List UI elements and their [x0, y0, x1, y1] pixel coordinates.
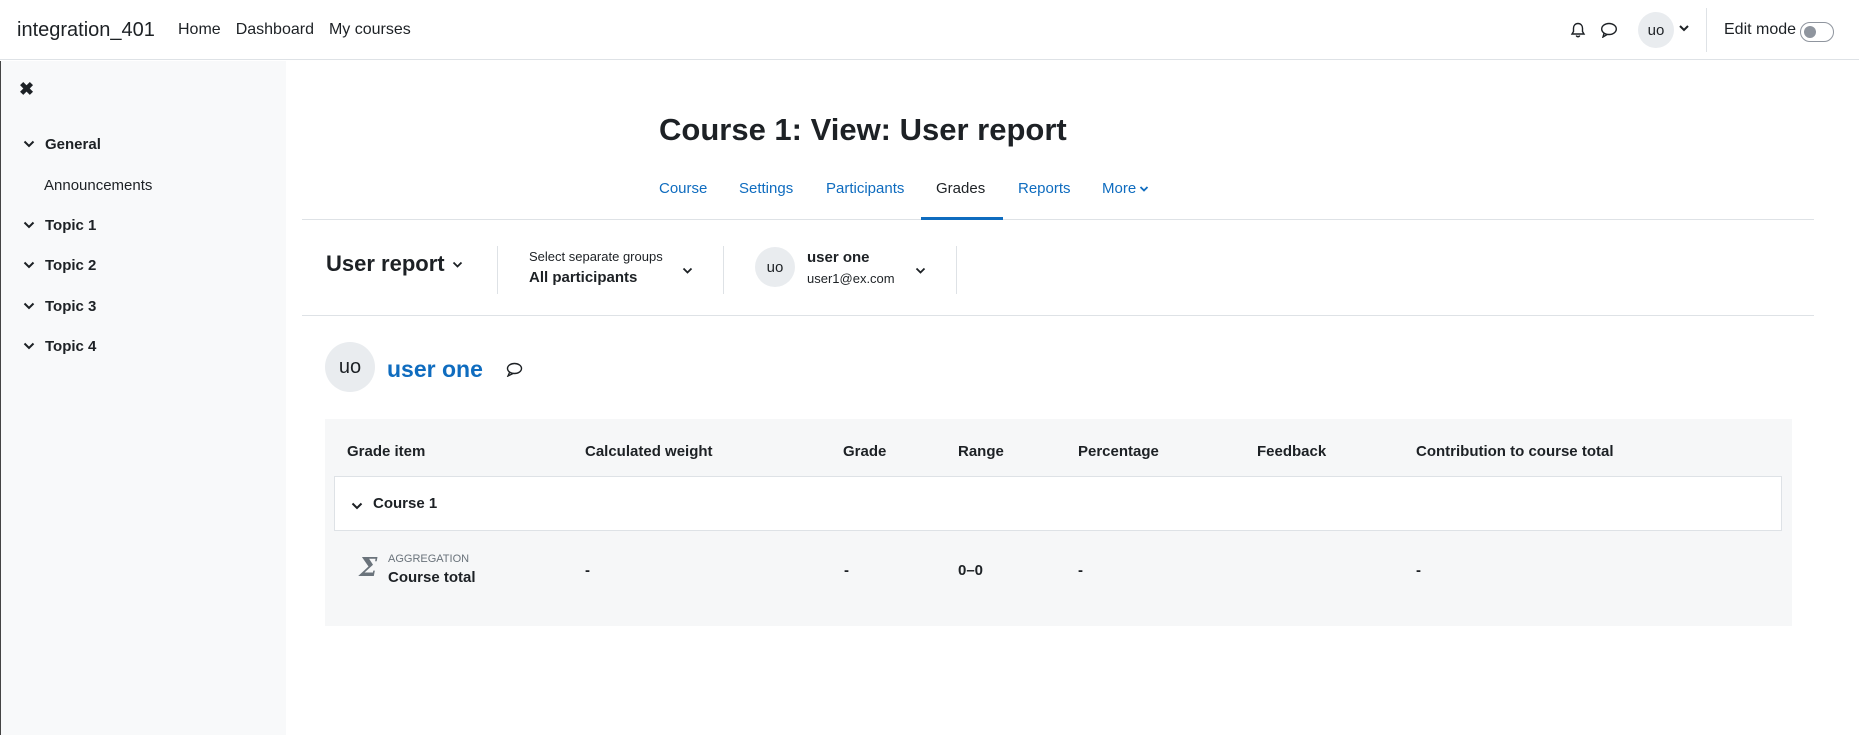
tab-course[interactable]: Course	[659, 180, 707, 197]
nav-dashboard[interactable]: Dashboard	[236, 21, 314, 39]
drawer-section-topic-1[interactable]: Topic 1	[23, 217, 96, 234]
chevron-down-icon	[23, 136, 37, 153]
edit-mode-toggle[interactable]	[1800, 22, 1834, 42]
cell-weight: -	[585, 562, 590, 579]
drawer-section-label: Topic 1	[45, 217, 97, 234]
cell-grade: -	[844, 562, 849, 579]
user-selector-name: user one	[807, 249, 870, 266]
selector-divider	[723, 246, 724, 294]
secondary-nav: Course Settings Participants Grades Repo…	[302, 170, 1814, 220]
tab-more[interactable]: More	[1102, 180, 1149, 197]
selector-divider	[497, 246, 498, 294]
user-profile-link[interactable]: user one	[387, 356, 483, 383]
chevron-down-icon	[1139, 185, 1149, 193]
drawer-section-topic-4[interactable]: Topic 4	[23, 338, 96, 355]
drawer-section-label: Topic 3	[45, 298, 97, 315]
chevron-down-icon[interactable]	[351, 498, 363, 516]
avatar: uo	[755, 247, 795, 287]
cell-range: 0–0	[958, 562, 984, 579]
chevron-down-icon	[915, 262, 926, 280]
nav-home[interactable]: Home	[178, 21, 221, 39]
drawer-section-label: Topic 2	[45, 257, 97, 274]
site-brand[interactable]: integration_401	[17, 19, 155, 42]
cell-percentage: -	[1078, 562, 1083, 579]
selector-divider	[956, 246, 957, 294]
grade-table: Grade item Calculated weight Grade Range…	[325, 419, 1792, 626]
drawer-section-topic-2[interactable]: Topic 2	[23, 257, 96, 274]
user-selector-email: user1@ex.com	[807, 271, 895, 286]
chevron-down-icon	[682, 262, 693, 280]
report-selector-bar: User report Select separate groups All p…	[302, 221, 1814, 316]
column-header-grade: Grade	[843, 443, 887, 460]
chevron-down-icon[interactable]	[1678, 20, 1690, 38]
group-selector-value: All participants	[529, 269, 638, 286]
chevron-down-icon	[23, 217, 37, 234]
avatar: uo	[325, 342, 375, 392]
item-type-label: AGGREGATION	[388, 553, 470, 565]
cell-contribution: -	[1416, 562, 1421, 579]
group-selector-label: Select separate groups	[529, 249, 663, 264]
navbar-divider	[1706, 8, 1707, 52]
sigma-icon: Σ	[359, 553, 378, 583]
drawer-section-general[interactable]: General	[23, 136, 101, 153]
chevron-down-icon	[23, 298, 37, 315]
active-tab-indicator	[921, 217, 1003, 220]
drawer-item-announcements[interactable]: Announcements	[44, 177, 152, 194]
user-menu-avatar[interactable]: uo	[1638, 12, 1674, 48]
chevron-down-icon	[452, 260, 463, 269]
column-header-weight: Calculated weight	[585, 443, 713, 460]
drawer-section-label: Topic 4	[45, 338, 97, 355]
course-index-drawer: ✖ General Announcements Topic 1 Topic 2 …	[0, 61, 286, 735]
chevron-down-icon	[23, 257, 37, 274]
grade-item-name: Course total	[388, 569, 476, 586]
edit-mode-label: Edit mode	[1724, 21, 1797, 38]
tab-grades[interactable]: Grades	[936, 180, 985, 197]
primary-nav: Home Dashboard My courses	[178, 21, 426, 39]
tab-more-label: More	[1102, 180, 1137, 197]
nav-my-courses[interactable]: My courses	[329, 21, 411, 39]
column-header-range: Range	[958, 443, 1004, 460]
column-header-contribution: Contribution to course total	[1416, 443, 1614, 460]
report-type-label: User report	[326, 251, 445, 276]
chat-icon[interactable]	[1597, 18, 1621, 42]
tab-reports[interactable]: Reports	[1018, 180, 1071, 197]
bell-icon[interactable]	[1566, 18, 1590, 42]
column-header-grade-item: Grade item	[347, 443, 426, 460]
page-title: Course 1: View: User report	[659, 112, 1067, 147]
chevron-down-icon	[23, 338, 37, 355]
category-name: Course 1	[373, 495, 438, 512]
column-header-percentage: Percentage	[1078, 443, 1159, 460]
drawer-section-label: General	[45, 136, 101, 153]
toggle-knob	[1804, 26, 1816, 38]
tab-participants[interactable]: Participants	[826, 180, 904, 197]
top-navbar: integration_401 Home Dashboard My course…	[0, 0, 1859, 60]
column-header-feedback: Feedback	[1257, 443, 1327, 460]
message-icon[interactable]	[505, 362, 523, 382]
close-icon[interactable]: ✖	[19, 79, 34, 100]
report-type-dropdown[interactable]: User report	[326, 251, 463, 277]
tab-settings[interactable]: Settings	[739, 180, 793, 197]
category-row[interactable]: Course 1	[334, 476, 1782, 531]
drawer-section-topic-3[interactable]: Topic 3	[23, 298, 96, 315]
